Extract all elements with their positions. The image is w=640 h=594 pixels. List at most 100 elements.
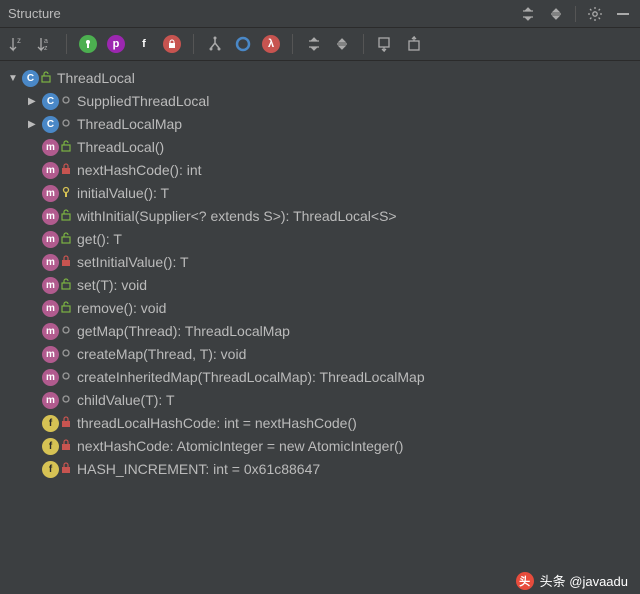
- tree-node-label: SuppliedThreadLocal: [77, 94, 209, 109]
- show-properties-icon[interactable]: p: [107, 35, 125, 53]
- method-icon: m: [42, 208, 59, 225]
- tree-node-class[interactable]: ▶ C SuppliedThreadLocal: [0, 90, 640, 113]
- method-icon: m: [42, 139, 59, 156]
- show-methods-icon[interactable]: f: [135, 35, 153, 53]
- gear-icon[interactable]: [586, 5, 604, 23]
- access-icon: [61, 117, 71, 132]
- method-icon: m: [42, 254, 59, 271]
- tree-node-member[interactable]: m set(T): void: [0, 274, 640, 297]
- field-icon: f: [42, 461, 59, 478]
- tree-node-member[interactable]: msetInitialValue(): T: [0, 251, 640, 274]
- tree-node-class[interactable]: ▶ C ThreadLocalMap: [0, 113, 640, 136]
- minimize-icon[interactable]: [614, 5, 632, 23]
- sort-visibility-icon[interactable]: z: [8, 35, 26, 53]
- title-bar: Structure: [0, 0, 640, 28]
- tree-node-member[interactable]: fthreadLocalHashCode: int = nextHashCode…: [0, 412, 640, 435]
- method-icon: m: [42, 392, 59, 409]
- tree-node-member[interactable]: m remove(): void: [0, 297, 640, 320]
- toolbar-separator: [66, 34, 67, 54]
- class-icon: C: [22, 70, 39, 87]
- tree-node-label: set(T): void: [77, 278, 147, 293]
- tree-node-label: nextHashCode: AtomicInteger = new Atomic…: [77, 439, 403, 454]
- method-icon: m: [42, 162, 59, 179]
- arrow-down-icon[interactable]: ▼: [8, 73, 18, 84]
- tree-node-member[interactable]: m nextHashCode(): int: [0, 159, 640, 182]
- public-access-icon: [41, 71, 51, 86]
- sort-alpha-icon[interactable]: az: [36, 35, 54, 53]
- collapse-all-icon[interactable]: [547, 5, 565, 23]
- tree-node-member[interactable]: m getMap(Thread): ThreadLocalMap: [0, 320, 640, 343]
- expand-all-icon[interactable]: [519, 5, 537, 23]
- tree-node-member[interactable]: mThreadLocal(): [0, 136, 640, 159]
- tree-node-label: createInheritedMap(ThreadLocalMap): Thre…: [77, 370, 425, 385]
- field-icon: f: [42, 438, 59, 455]
- footer-watermark: 头 头条 @javaadu: [516, 571, 628, 590]
- toolbar-separator-2: [193, 34, 194, 54]
- tree-node-member[interactable]: m childValue(T): T: [0, 389, 640, 412]
- arrow-right-icon[interactable]: ▶: [28, 96, 38, 107]
- toolbar-separator-4: [363, 34, 364, 54]
- title-separator: [575, 6, 576, 22]
- tree-node-label: HASH_INCREMENT: int = 0x61c88647: [77, 462, 320, 477]
- access-icon: [61, 163, 71, 178]
- access-icon: [61, 324, 71, 339]
- toolbar-separator-3: [292, 34, 293, 54]
- tree-node-label: ThreadLocalMap: [77, 117, 182, 132]
- footer-text: 头条 @javaadu: [540, 571, 628, 590]
- tree-node-label: initialValue(): T: [77, 186, 169, 201]
- tree-node-label: remove(): void: [77, 301, 166, 316]
- access-icon: [61, 255, 71, 270]
- access-icon: [61, 186, 71, 201]
- access-icon: [61, 232, 71, 247]
- method-icon: m: [42, 323, 59, 340]
- method-icon: m: [42, 185, 59, 202]
- method-icon: m: [42, 277, 59, 294]
- show-nonpublic-icon[interactable]: [163, 35, 181, 53]
- tree-node-member[interactable]: mcreateMap(Thread, T): void: [0, 343, 640, 366]
- access-icon: [61, 347, 71, 362]
- tree-node-member[interactable]: m createInheritedMap(ThreadLocalMap): Thr…: [0, 366, 640, 389]
- method-icon: m: [42, 231, 59, 248]
- tree-node-label: get(): T: [77, 232, 122, 247]
- access-icon: [61, 393, 71, 408]
- title-bar-actions: [519, 5, 632, 23]
- access-icon: [61, 301, 71, 316]
- show-fields-icon[interactable]: [79, 35, 97, 53]
- access-icon: [61, 140, 71, 155]
- method-icon: m: [42, 300, 59, 317]
- access-icon: [61, 439, 71, 454]
- access-icon: [61, 209, 71, 224]
- autoscroll-from-source-icon[interactable]: [404, 35, 422, 53]
- tree-node-label: threadLocalHashCode: int = nextHashCode(…: [77, 416, 357, 431]
- tree-node-label: nextHashCode(): int: [77, 163, 202, 178]
- access-icon: [61, 278, 71, 293]
- tree-node-member[interactable]: f HASH_INCREMENT: int = 0x61c88647: [0, 458, 640, 481]
- tree-node-label: getMap(Thread): ThreadLocalMap: [77, 324, 290, 339]
- arrow-right-icon[interactable]: ▶: [28, 119, 38, 130]
- tree-node-member[interactable]: mwithInitial(Supplier<? extends S>): Thr…: [0, 205, 640, 228]
- collapse-icon[interactable]: [333, 35, 351, 53]
- show-inherited-icon[interactable]: [206, 35, 224, 53]
- access-icon: [61, 416, 71, 431]
- class-icon: C: [42, 116, 59, 133]
- tree-node-label: childValue(T): T: [77, 393, 175, 408]
- access-icon: [61, 94, 71, 109]
- access-icon: [61, 462, 71, 477]
- svg-text:z: z: [44, 45, 48, 52]
- expand-icon[interactable]: [305, 35, 323, 53]
- autoscroll-to-source-icon[interactable]: [376, 35, 394, 53]
- structure-tree[interactable]: ▼ C ThreadLocal ▶ C SuppliedThreadLocal ▶ C T…: [0, 61, 640, 487]
- panel-title: Structure: [8, 6, 61, 21]
- tree-node-member[interactable]: m initialValue(): T: [0, 182, 640, 205]
- method-icon: m: [42, 369, 59, 386]
- tree-root[interactable]: ▼ C ThreadLocal: [0, 67, 640, 90]
- tree-node-member[interactable]: m get(): T: [0, 228, 640, 251]
- show-anonymous-icon[interactable]: [234, 35, 252, 53]
- show-lambda-icon[interactable]: λ: [262, 35, 280, 53]
- access-icon: [61, 370, 71, 385]
- svg-text:a: a: [44, 38, 48, 45]
- svg-text:z: z: [17, 36, 21, 45]
- class-icon: C: [42, 93, 59, 110]
- tree-node-member[interactable]: f nextHashCode: AtomicInteger = new Atomi…: [0, 435, 640, 458]
- footer-badge-icon: 头: [516, 572, 534, 590]
